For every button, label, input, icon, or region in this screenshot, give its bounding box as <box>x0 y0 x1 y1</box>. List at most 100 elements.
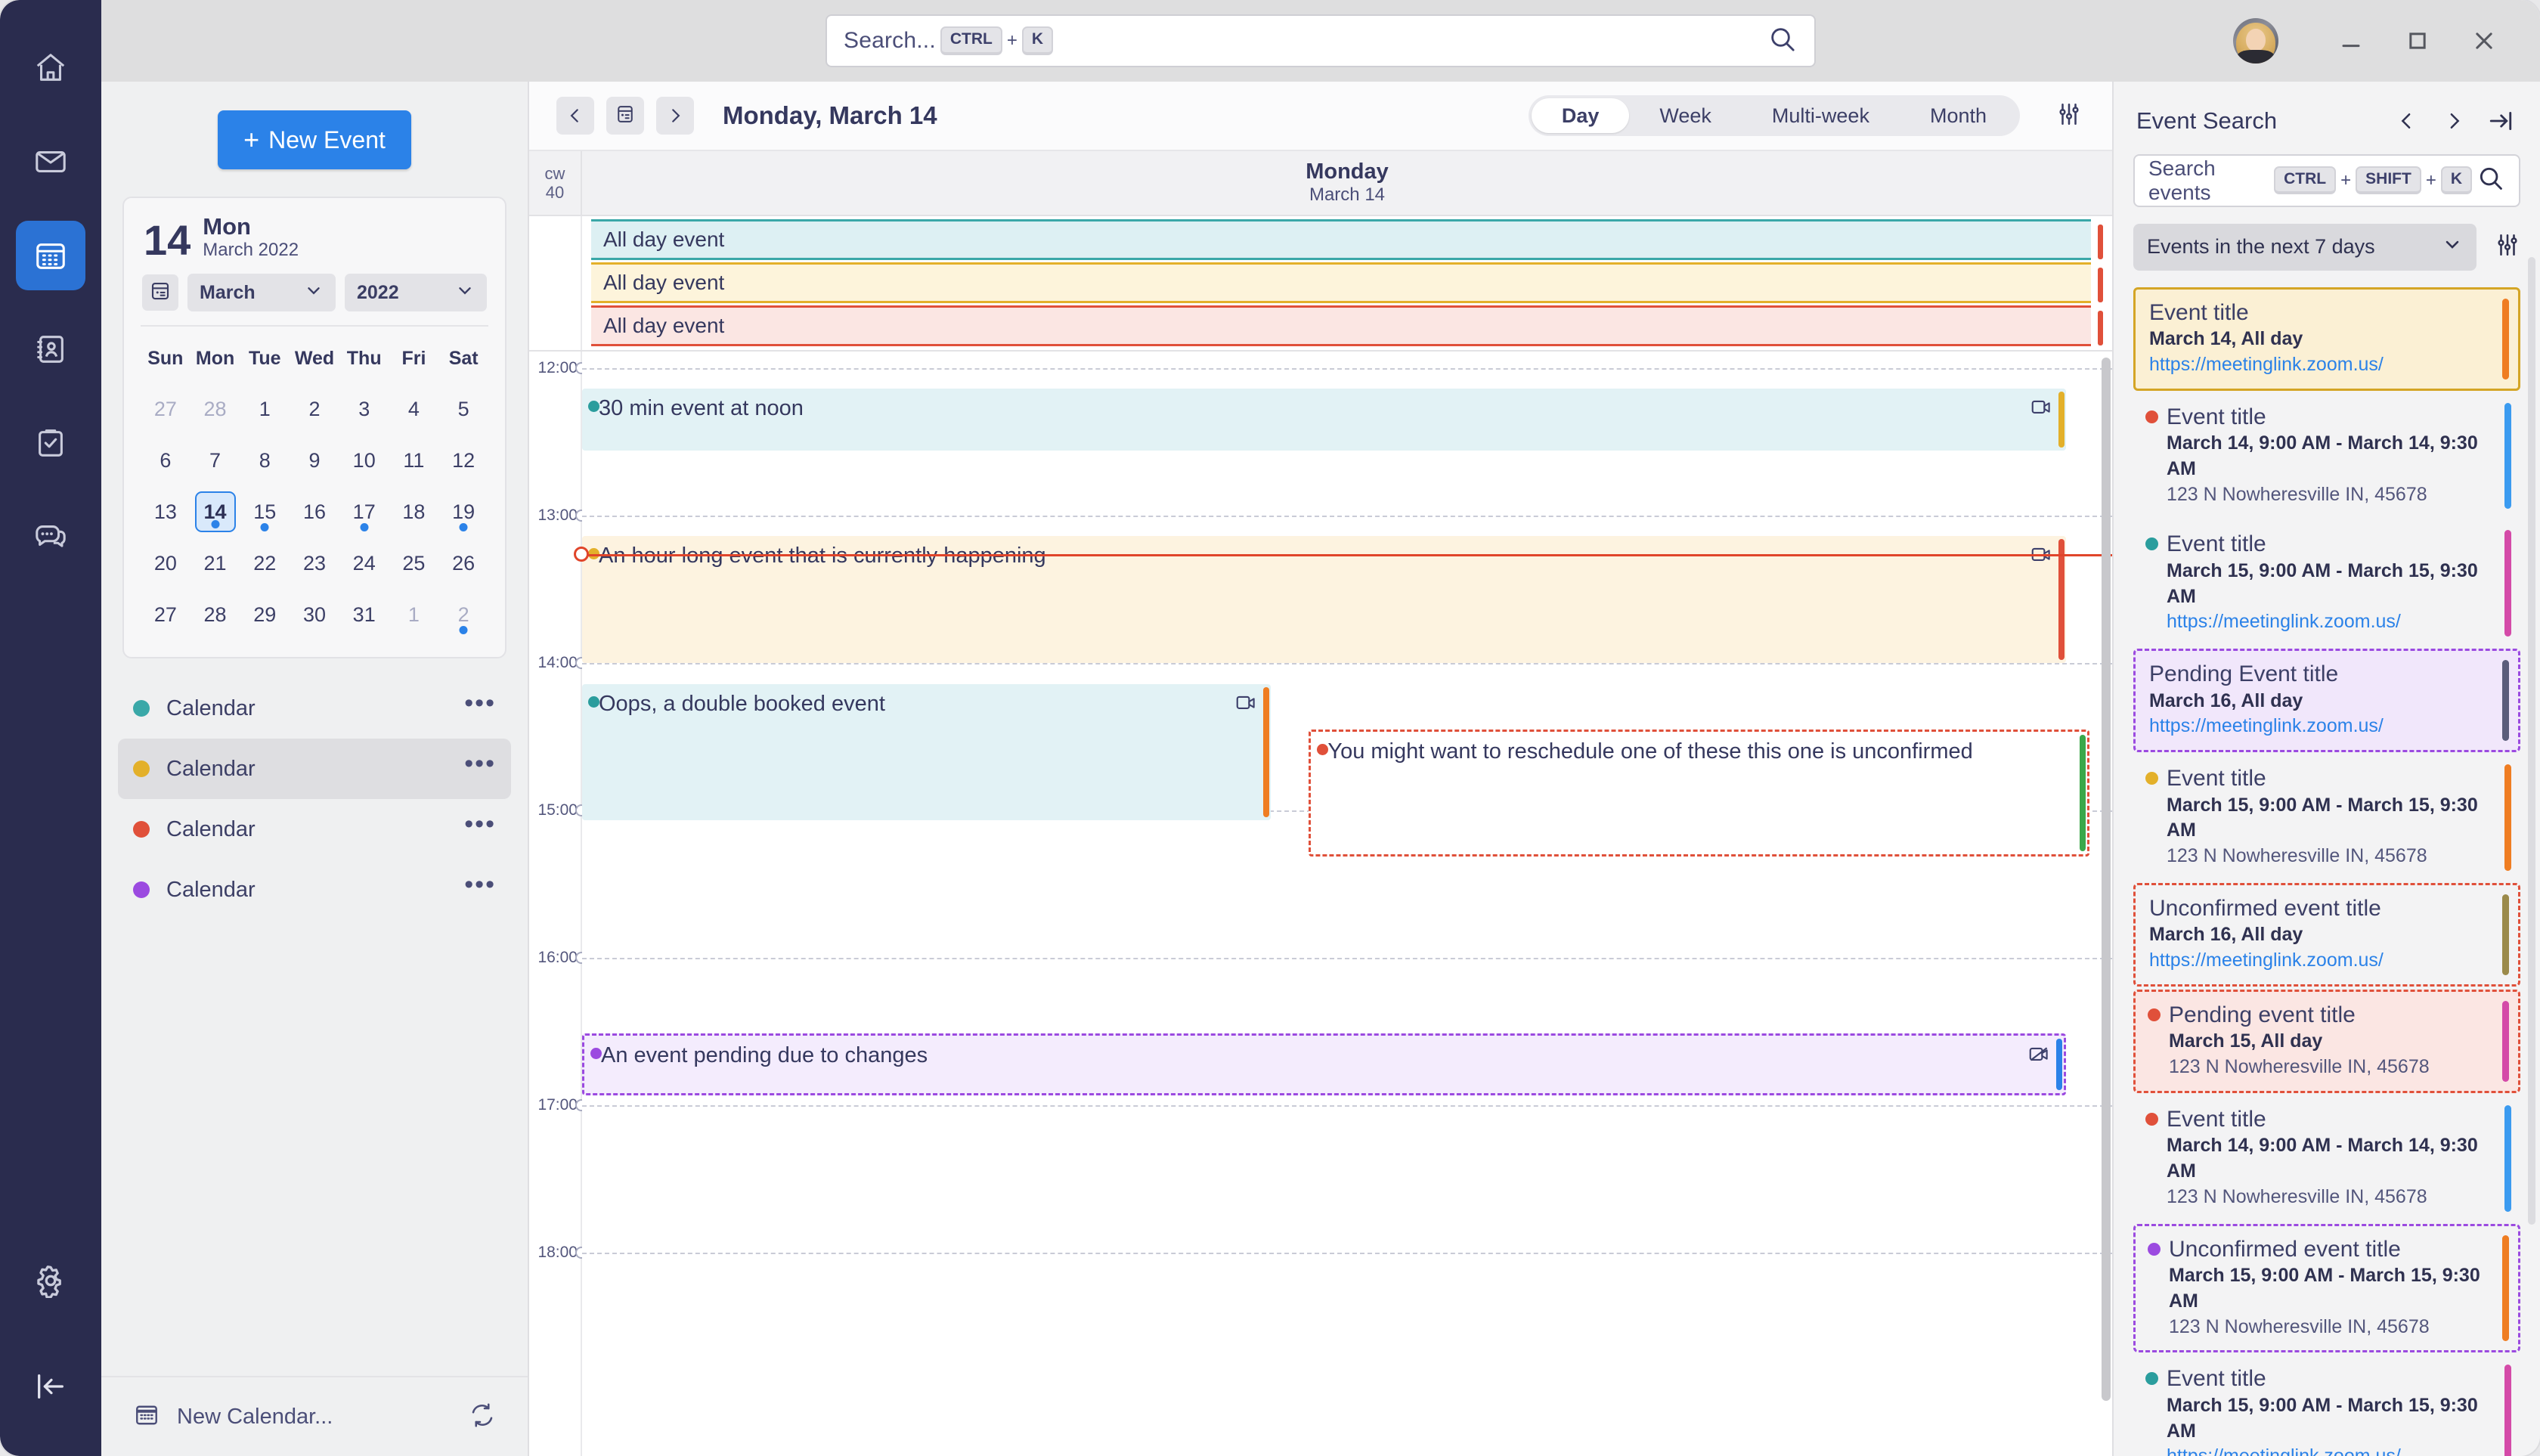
calendar-list-item[interactable]: Calendar ••• <box>118 860 511 920</box>
calendar-event[interactable]: You might want to reschedule one of thes… <box>1309 730 2089 857</box>
rail-item-contacts[interactable] <box>16 314 85 384</box>
calendar-list-item[interactable]: Calendar ••• <box>118 799 511 860</box>
year-select[interactable]: 2022 <box>345 274 487 312</box>
mini-day-cell[interactable]: 16 <box>290 486 339 537</box>
event-search-result[interactable]: Pending event title March 15, All day 123 … <box>2133 989 2520 1093</box>
mini-day-cell[interactable]: 23 <box>290 537 339 589</box>
next-day-button[interactable] <box>656 97 694 135</box>
all-day-event[interactable]: All day event <box>591 219 2103 260</box>
mini-day-cell[interactable]: 2 <box>290 383 339 435</box>
event-search-result[interactable]: Unconfirmed event title March 15, 9:00 AM… <box>2133 1223 2520 1353</box>
event-range-select[interactable]: Events in the next 7 days <box>2133 223 2476 271</box>
mini-day-cell[interactable]: 21 <box>190 537 240 589</box>
tab-month[interactable]: Month <box>1900 98 2017 133</box>
calendar-event[interactable]: 30 min event at noon <box>582 389 2067 451</box>
today-button[interactable] <box>606 97 644 135</box>
tab-week[interactable]: Week <box>1629 98 1742 133</box>
mini-day-cell[interactable]: 29 <box>240 589 290 640</box>
mini-day-cell[interactable]: 22 <box>240 537 290 589</box>
mini-day-cell[interactable]: 28 <box>190 383 240 435</box>
new-event-button[interactable]: + New Event <box>218 110 411 169</box>
global-search[interactable]: Search... CTRL + K <box>826 14 1816 67</box>
mini-day-cell[interactable]: 31 <box>339 589 389 640</box>
calendar-list-item[interactable]: Calendar ••• <box>118 678 511 739</box>
search-icon[interactable] <box>2476 164 2505 197</box>
result-link[interactable]: https://meetinglink.zoom.us/ <box>2149 714 2492 739</box>
mini-day-cell[interactable]: 27 <box>141 589 190 640</box>
mini-day-cell[interactable]: 7 <box>190 435 240 486</box>
panel-next-button[interactable] <box>2437 104 2470 138</box>
result-link[interactable]: https://meetinglink.zoom.us/ <box>2167 1444 2495 1456</box>
mini-today-button[interactable] <box>142 274 178 311</box>
event-search-filter-button[interactable] <box>2495 232 2520 262</box>
mini-day-cell[interactable]: 18 <box>389 486 439 537</box>
sync-icon[interactable] <box>469 1402 496 1433</box>
calendar-list-item[interactable]: Calendar ••• <box>118 739 511 800</box>
mini-day-cell[interactable]: 27 <box>141 383 190 435</box>
mini-day-cell[interactable]: 20 <box>141 537 190 589</box>
month-select[interactable]: March <box>187 274 336 312</box>
calendar-filter-button[interactable] <box>2056 101 2082 131</box>
event-search-scrollbar[interactable] <box>2528 257 2535 1225</box>
mini-day-cell[interactable]: 1 <box>389 589 439 640</box>
calendar-item-menu-button[interactable]: ••• <box>464 812 496 839</box>
panel-prev-button[interactable] <box>2390 104 2424 138</box>
rail-item-settings[interactable] <box>16 1246 85 1315</box>
event-search-result[interactable]: Event title March 15, 9:00 AM - March 15,… <box>2133 1355 2520 1456</box>
event-search-result[interactable]: Unconfirmed event title March 16, All day… <box>2133 882 2520 987</box>
mini-day-cell[interactable]: 26 <box>438 537 488 589</box>
calendar-item-menu-button[interactable]: ••• <box>464 872 496 900</box>
rail-item-home[interactable] <box>16 33 85 103</box>
all-day-event[interactable]: All day event <box>591 262 2103 303</box>
mini-day-cell[interactable]: 8 <box>240 435 290 486</box>
result-link[interactable]: https://meetinglink.zoom.us/ <box>2167 609 2495 635</box>
result-link[interactable]: https://meetinglink.zoom.us/ <box>2149 948 2492 974</box>
mini-day-cell[interactable]: 2 <box>438 589 488 640</box>
mini-day-cell[interactable]: 24 <box>339 537 389 589</box>
calendar-item-menu-button[interactable]: ••• <box>464 691 496 718</box>
tab-day[interactable]: Day <box>1531 98 1630 133</box>
mini-day-cell[interactable]: 3 <box>339 383 389 435</box>
prev-day-button[interactable] <box>556 97 594 135</box>
calendar-scroll-area[interactable]: 12:00 13:00 14:00 15:00 16:00 17:00 18:00 30 m… <box>529 352 2112 1456</box>
mini-day-cell[interactable]: 17 <box>339 486 389 537</box>
event-search-result[interactable]: Pending Event title March 16, All day http… <box>2133 649 2520 753</box>
mini-day-cell[interactable]: 9 <box>290 435 339 486</box>
rail-item-mail[interactable] <box>16 127 85 197</box>
mini-day-cell[interactable]: 14 <box>190 486 240 537</box>
calendar-event[interactable]: Oops, a double booked event <box>582 684 1271 820</box>
calendar-event[interactable]: An event pending due to changes <box>582 1033 2067 1095</box>
rail-item-tasks[interactable] <box>16 408 85 478</box>
mini-day-cell[interactable]: 30 <box>290 589 339 640</box>
rail-item-collapse-sidebar[interactable] <box>16 1352 85 1421</box>
mini-day-cell[interactable]: 13 <box>141 486 190 537</box>
calendar-item-menu-button[interactable]: ••• <box>464 751 496 779</box>
mini-day-cell[interactable]: 25 <box>389 537 439 589</box>
mini-day-cell[interactable]: 4 <box>389 383 439 435</box>
event-search-result[interactable]: Event title March 15, 9:00 AM - March 15,… <box>2133 755 2520 880</box>
day-grid[interactable]: 30 min event at noon An hour long event t… <box>574 352 2112 1456</box>
event-search-result[interactable]: Event title March 14, 9:00 AM - March 14,… <box>2133 394 2520 519</box>
expand-panel-icon[interactable] <box>2484 104 2517 138</box>
event-search-result[interactable]: Event title March 14, 9:00 AM - March 14,… <box>2133 1096 2520 1221</box>
mini-day-cell[interactable]: 28 <box>190 589 240 640</box>
all-day-event[interactable]: All day event <box>591 305 2103 346</box>
rail-item-calendar[interactable] <box>16 221 85 290</box>
result-link[interactable]: https://meetinglink.zoom.us/ <box>2149 352 2492 378</box>
event-search-result[interactable]: Event title March 15, 9:00 AM - March 15,… <box>2133 521 2520 646</box>
tab-multi-week[interactable]: Multi-week <box>1742 98 1900 133</box>
mini-day-cell[interactable]: 1 <box>240 383 290 435</box>
avatar[interactable] <box>2233 18 2278 64</box>
maximize-button[interactable] <box>2384 14 2451 67</box>
search-icon[interactable] <box>1767 24 1798 58</box>
mini-day-cell[interactable]: 6 <box>141 435 190 486</box>
new-calendar-button[interactable]: New Calendar... <box>177 1405 333 1430</box>
event-search-result[interactable]: Event title March 14, All day https://meet… <box>2133 287 2520 391</box>
close-button[interactable] <box>2451 14 2517 67</box>
mini-day-cell[interactable]: 10 <box>339 435 389 486</box>
minimize-button[interactable] <box>2318 14 2384 67</box>
calendar-scrollbar[interactable] <box>2102 358 2111 1401</box>
mini-day-cell[interactable]: 19 <box>438 486 488 537</box>
mini-day-cell[interactable]: 15 <box>240 486 290 537</box>
mini-day-cell[interactable]: 11 <box>389 435 439 486</box>
